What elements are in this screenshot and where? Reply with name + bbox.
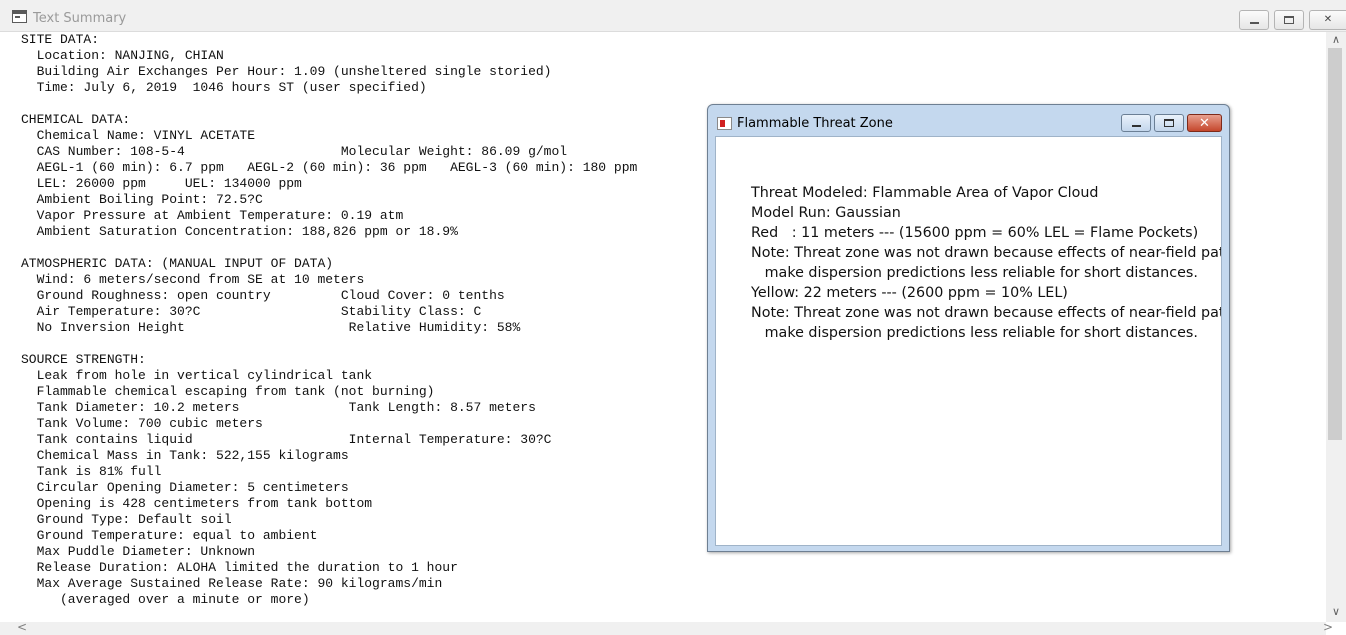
- close-icon: ✕: [1323, 14, 1333, 25]
- air-exchanges-line: Building Air Exchanges Per Hour: 1.09 (u…: [21, 64, 552, 79]
- yellow-note-line: Note: Threat zone was not drawn because …: [751, 305, 1221, 321]
- scroll-down-button[interactable]: ∨: [1326, 604, 1346, 620]
- maximize-button[interactable]: [1274, 10, 1304, 30]
- maximize-icon: [1284, 16, 1294, 24]
- dialog-maximize-button[interactable]: [1154, 114, 1184, 132]
- threat-modeled-line: Threat Modeled: Flammable Area of Vapor …: [751, 185, 1099, 201]
- red-note-line: Note: Threat zone was not drawn because …: [751, 245, 1221, 261]
- flammable-threat-zone-window[interactable]: Flammable Threat Zone ✕ Threat Modeled: …: [707, 104, 1230, 552]
- averaged-line: (averaged over a minute or more): [21, 592, 310, 607]
- scroll-right-button[interactable]: >: [1320, 620, 1336, 634]
- vertical-scroll-thumb[interactable]: [1328, 48, 1342, 440]
- threat-zone-text: Threat Modeled: Flammable Area of Vapor …: [751, 183, 1221, 343]
- close-icon: ✕: [1199, 115, 1210, 131]
- threat-zone-content: Threat Modeled: Flammable Area of Vapor …: [715, 136, 1222, 546]
- release-rate-line: Max Average Sustained Release Rate: 90 k…: [21, 576, 443, 591]
- horizontal-scrollbar[interactable]: < >: [0, 620, 1333, 635]
- title-bar: Text Summary ✕: [0, 0, 1346, 32]
- model-run-line: Model Run: Gaussian: [751, 205, 901, 221]
- close-button[interactable]: ✕: [1309, 10, 1346, 30]
- location-line: Location: NANJING, CHIAN: [21, 48, 224, 63]
- vertical-scrollbar[interactable]: ∧ ∨: [1326, 32, 1346, 622]
- scroll-up-button[interactable]: ∧: [1326, 32, 1346, 48]
- red-note-continuation: make dispersion predictions less reliabl…: [751, 265, 1198, 281]
- dialog-title: Flammable Threat Zone: [737, 116, 893, 131]
- red-zone-line: Red : 11 meters --- (15600 ppm = 60% LEL…: [751, 225, 1199, 241]
- time-line: Time: July 6, 2019 1046 hours ST (user s…: [21, 80, 427, 95]
- maximize-icon: [1164, 119, 1174, 127]
- release-duration-line: Release Duration: ALOHA limited the dura…: [21, 560, 458, 575]
- yellow-note-continuation: make dispersion predictions less reliabl…: [751, 325, 1198, 341]
- window-title: Text Summary: [33, 11, 127, 26]
- dialog-close-button[interactable]: ✕: [1187, 114, 1222, 132]
- dialog-minimize-button[interactable]: [1121, 114, 1151, 132]
- minimize-button[interactable]: [1239, 10, 1269, 30]
- site-data-header: SITE DATA:: [21, 32, 100, 47]
- app-window-icon: [12, 10, 27, 23]
- scroll-left-button[interactable]: <: [14, 620, 30, 634]
- yellow-zone-line: Yellow: 22 meters --- (2600 ppm = 10% LE…: [751, 285, 1068, 301]
- threat-zone-window-icon: [717, 117, 732, 130]
- minimize-icon: [1249, 22, 1259, 24]
- minimize-icon: [1131, 125, 1141, 127]
